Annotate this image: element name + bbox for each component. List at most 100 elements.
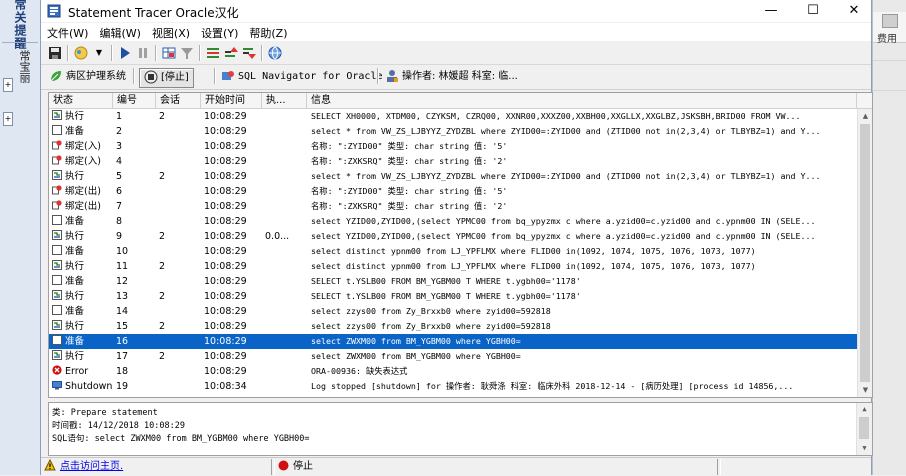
column-header-number[interactable]: 编号 [113, 93, 156, 108]
detail-scrollbar[interactable]: ▲ ▼ [856, 403, 872, 455]
divider [873, 60, 906, 61]
row-info: select * from VW_ZS_LJBYYZ_ZYDZBL where … [311, 126, 821, 136]
row-status: 绑定(出) [52, 199, 114, 214]
open-icon[interactable] [73, 45, 89, 61]
row-number: 15 [116, 321, 129, 332]
table-row[interactable]: 执行 17 2 10:08:29 select ZWXM00 from BM_YGBM0… [49, 349, 857, 364]
menu-settings[interactable]: 设置(Y) [195, 23, 243, 41]
column-header-cursor[interactable]: 会话 [156, 93, 201, 108]
homepage-link[interactable]: 点击访问主页. [60, 461, 123, 472]
minimize-button[interactable]: — [751, 0, 791, 22]
sort-up-icon[interactable] [223, 45, 239, 61]
table-row[interactable]: 准备 12 10:08:29 SELECT t.YSLB00 FROM BM_YGB… [49, 274, 857, 289]
row-number: 2 [116, 126, 123, 137]
row-status: 执行 [52, 259, 114, 274]
leaf-icon [50, 71, 61, 82]
row-start-time: 10:08:29 [204, 306, 247, 317]
session-ward-system[interactable]: 病区护理系统 [49, 68, 126, 86]
table-row[interactable]: 执行 5 2 10:08:29 select * from VW_ZS_LJBYYZ_Z… [49, 169, 857, 184]
row-status: 准备 [52, 244, 114, 259]
table-row[interactable]: 准备 8 10:08:29 select YZID00,ZYID00,(select… [49, 214, 857, 229]
table-row[interactable]: 绑定(入) 3 10:08:29 名称: ":ZYID00" 类型: char str… [49, 139, 857, 154]
maximize-button[interactable]: ☐ [793, 0, 833, 22]
column-header-exec[interactable]: 执... [262, 93, 307, 108]
table-row[interactable]: 绑定(出) 6 10:08:29 名称: ":ZYID00" 类型: char str… [49, 184, 857, 199]
row-status-label: 准备 [65, 246, 85, 257]
stop-icon [144, 70, 158, 84]
table-row[interactable]: 准备 14 10:08:29 select zzys00 from Zy_Brxxb0… [49, 304, 857, 319]
scroll-down-arrow[interactable]: ▼ [858, 383, 872, 397]
prepare-icon [52, 335, 65, 347]
prepare-icon [52, 245, 65, 257]
expand-icon[interactable]: + [3, 112, 13, 126]
column-header-start-time[interactable]: 开始时间 [201, 93, 262, 108]
row-number: 1 [116, 111, 123, 122]
close-button[interactable]: ✕ [834, 0, 874, 22]
row-status-label: 绑定(入) [65, 156, 101, 167]
scroll-thumb[interactable] [859, 417, 869, 439]
scroll-thumb[interactable] [860, 124, 870, 382]
row-info: select distinct ypnm00 from LJ_YPFLMX wh… [311, 246, 756, 256]
session-operator[interactable]: 操作者: 林媛超 科室: 临... [385, 68, 518, 86]
table-row[interactable]: 准备 2 10:08:29 select * from VW_ZS_LJBYYZ_ZY… [49, 124, 857, 139]
scroll-up-arrow[interactable]: ▲ [857, 403, 872, 416]
menu-file[interactable]: 文件(W) [41, 23, 93, 41]
app-icon [47, 4, 61, 18]
execute-icon [52, 320, 65, 332]
table-row[interactable]: 绑定(入) 4 10:08:29 名称: ":ZXKSRQ" 类型: char str… [49, 154, 857, 169]
row-status: 绑定(入) [52, 154, 114, 169]
row-info: 名称: ":ZXKSRQ" 类型: char string 值: '2' [311, 201, 508, 211]
title-bar[interactable]: Statement Tracer Oracle汉化 — ☐ ✕ [41, 0, 871, 22]
row-status-label: 绑定(出) [65, 201, 101, 212]
pause-icon[interactable] [135, 45, 151, 61]
status-stop-label: 停止 [293, 461, 313, 472]
table-row[interactable]: 执行 13 2 10:08:29 SELECT t.YSLB00 FROM BM_YG… [49, 289, 857, 304]
row-start-time: 10:08:29 [204, 126, 247, 137]
row-status: 执行 [52, 109, 114, 124]
bind-icon [52, 200, 65, 212]
menu-edit[interactable]: 编辑(W) [93, 23, 145, 41]
prepare-icon [52, 305, 65, 317]
sort-down-icon[interactable] [241, 45, 257, 61]
grid-scrollbar[interactable]: ▲ ▼ [857, 109, 872, 397]
menu-view[interactable]: 视图(X) [146, 23, 195, 41]
table-row[interactable]: 绑定(出) 7 10:08:29 名称: ":ZXKSRQ" 类型: char str… [49, 199, 857, 214]
list-icon[interactable] [205, 45, 221, 61]
detail-class: 类: Prepare statement [52, 408, 158, 418]
table-row[interactable]: 执行 15 2 10:08:29 select zzys00 from Zy_Brxxb… [49, 319, 857, 334]
row-number: 12 [116, 276, 129, 287]
save-icon[interactable] [47, 45, 63, 61]
column-header-status[interactable]: 状态 [49, 93, 113, 108]
row-start-time: 10:08:29 [204, 351, 247, 362]
table-row[interactable]: Shutdown 19 10:08:34 Log stopped [shutdown]… [49, 379, 857, 394]
table-row[interactable]: 准备 10 10:08:29 select distinct ypnm00 from … [49, 244, 857, 259]
stop-trace-button[interactable]: [停止] [139, 68, 194, 88]
expand-icon[interactable]: + [3, 78, 13, 92]
table-row[interactable]: 准备 16 10:08:29 select ZWXM00 from BM_YGBM00… [49, 334, 857, 349]
detail-sql: SQL语句: select ZWXM00 from BM_YGBM00 wher… [52, 434, 310, 444]
table-row[interactable]: 执行 11 2 10:08:29 select distinct ypnm00 from… [49, 259, 857, 274]
background-right-panel: 费用 [872, 0, 906, 475]
session-operator-label: 操作者: 林媛超 科室: 临... [402, 71, 518, 82]
row-start-time: 10:08:29 [204, 291, 247, 302]
table-row[interactable]: 执行 1 2 10:08:29 SELECT XH0000, XTDM00, CZYKS… [49, 109, 857, 124]
scroll-up-arrow[interactable]: ▲ [858, 109, 872, 123]
column-header-info[interactable]: 信息 [307, 93, 857, 108]
status-state: 停止 [275, 459, 715, 475]
row-info: select ZWXM00 from BM_YGBM00 where YGBH0… [311, 336, 521, 346]
scroll-down-arrow[interactable]: ▼ [857, 442, 872, 455]
row-status-label: 准备 [65, 336, 85, 347]
grid-icon[interactable] [161, 45, 177, 61]
chevron-down-icon[interactable]: ▼ [91, 45, 107, 61]
bind-icon [52, 185, 65, 197]
globe-icon[interactable] [267, 45, 283, 61]
table-row[interactable]: Error 18 10:08:29 ORA-00936: 缺失表达式 [49, 364, 857, 379]
row-status-label: 执行 [65, 261, 85, 272]
grid-header: 状态 编号 会话 开始时间 执... 信息 [49, 93, 872, 109]
table-row[interactable]: 执行 9 2 10:08:29 0.0... select YZID00,ZYID00,… [49, 229, 857, 244]
session-sql-navigator[interactable]: SQL Navigator for Oracle [221, 68, 383, 86]
row-info: SELECT t.YSLB00 FROM BM_YGBM00 T WHERE t… [311, 276, 581, 286]
filter-icon[interactable] [179, 45, 195, 61]
play-icon[interactable] [117, 45, 133, 61]
menu-help[interactable]: 帮助(Z) [243, 23, 292, 41]
